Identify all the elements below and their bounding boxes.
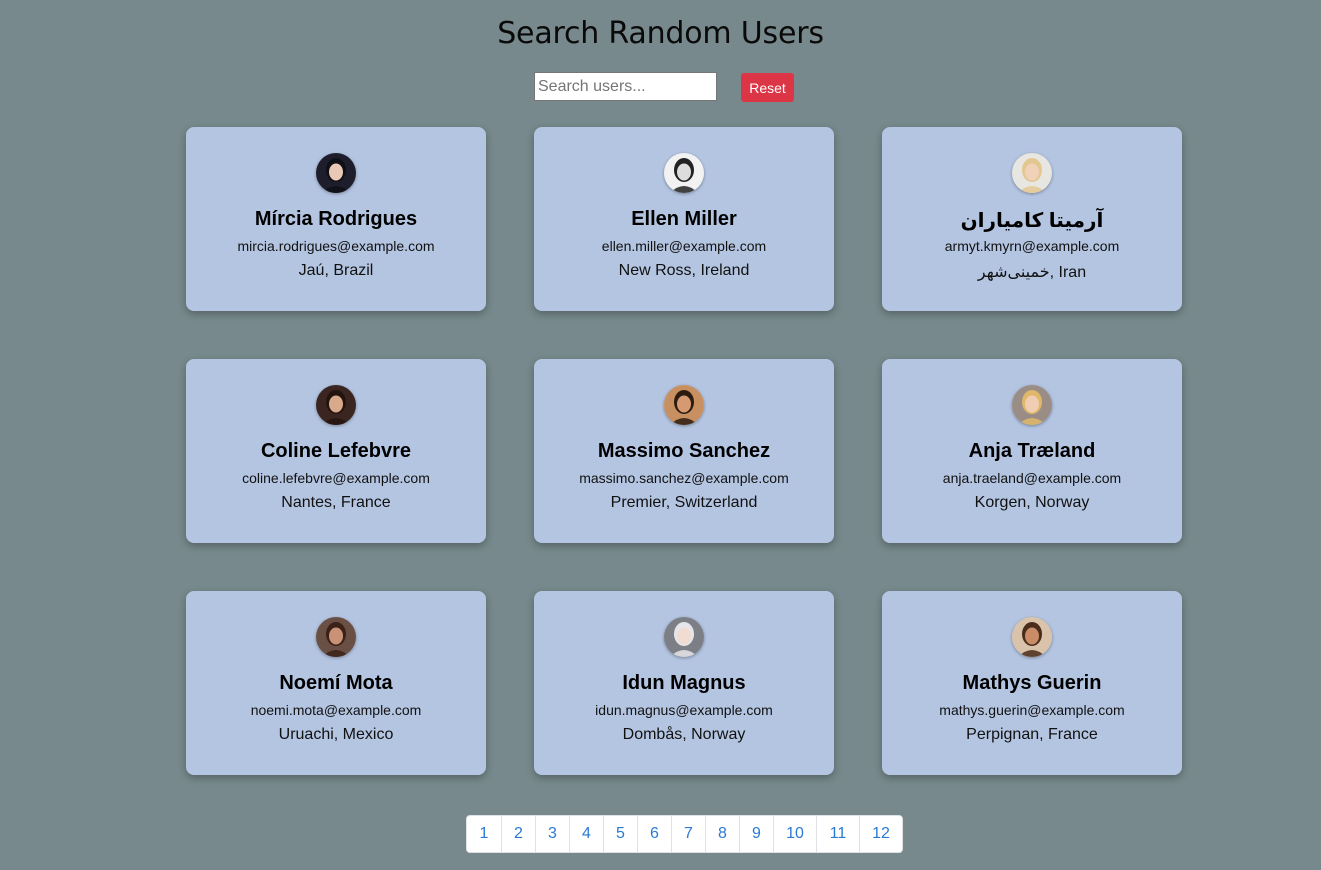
user-name: Mathys Guerin	[962, 672, 1102, 694]
user-name: Mírcia Rodrigues	[254, 208, 418, 230]
avatar	[1012, 617, 1052, 657]
user-location: Premier, Switzerland	[610, 494, 758, 511]
page-link-6[interactable]: 6	[637, 816, 671, 852]
pagination: 1 2 3 4 5 6 7 8 9 10 11 12	[466, 815, 903, 853]
user-email: mathys.guerin@example.com	[939, 702, 1125, 718]
avatar	[1012, 153, 1052, 193]
user-card: Ellen Miller ellen.miller@example.com New …	[534, 127, 834, 311]
user-email: armyt.kmyrn@example.com	[944, 238, 1120, 254]
user-card-grid: Mírcia Rodrigues mircia.rodrigues@example…	[186, 127, 1182, 775]
user-email: noemi.mota@example.com	[250, 702, 422, 718]
page-link-9[interactable]: 9	[739, 816, 773, 852]
reset-button[interactable]: Reset	[741, 73, 794, 102]
user-card: آرمیتا کامیاران armyt.kmyrn@example.com خم…	[882, 127, 1182, 311]
user-location: Dombås, Norway	[622, 726, 746, 743]
user-location: Korgen, Norway	[974, 494, 1090, 511]
avatar	[664, 617, 704, 657]
page-link-5[interactable]: 5	[603, 816, 637, 852]
avatar	[316, 617, 356, 657]
search-input[interactable]	[534, 72, 717, 101]
user-location: Jaú, Brazil	[298, 262, 374, 279]
user-card: Idun Magnus idun.magnus@example.com Dombås…	[534, 591, 834, 775]
page-link-12[interactable]: 12	[859, 816, 902, 852]
user-email: idun.magnus@example.com	[595, 702, 773, 718]
user-location: Uruachi, Mexico	[278, 726, 394, 743]
page-link-7[interactable]: 7	[671, 816, 705, 852]
avatar	[1012, 385, 1052, 425]
user-name: Idun Magnus	[622, 672, 746, 694]
user-card: Noemí Mota noemi.mota@example.com Uruachi,…	[186, 591, 486, 775]
avatar	[316, 385, 356, 425]
page-link-2[interactable]: 2	[501, 816, 535, 852]
user-location: Perpignan, France	[966, 726, 1098, 743]
page-link-10[interactable]: 10	[773, 816, 816, 852]
page-title: Search Random Users	[497, 16, 824, 51]
user-name: Coline Lefebvre	[260, 440, 412, 462]
user-email: mircia.rodrigues@example.com	[237, 238, 435, 254]
user-name: Massimo Sanchez	[597, 440, 771, 462]
page-link-8[interactable]: 8	[705, 816, 739, 852]
user-card: Anja Træland anja.traeland@example.com Kor…	[882, 359, 1182, 543]
page-link-11[interactable]: 11	[816, 816, 859, 852]
user-email: anja.traeland@example.com	[942, 470, 1122, 486]
page-link-4[interactable]: 4	[569, 816, 603, 852]
avatar	[664, 153, 704, 193]
user-card: Mathys Guerin mathys.guerin@example.com Pe…	[882, 591, 1182, 775]
user-card: Coline Lefebvre coline.lefebvre@example.c…	[186, 359, 486, 543]
user-name: Anja Træland	[968, 440, 1096, 462]
user-name: Noemí Mota	[279, 672, 393, 694]
user-location: خمینی‌شهر, Iran	[977, 264, 1087, 281]
user-location: New Ross, Ireland	[618, 262, 750, 279]
user-email: massimo.sanchez@example.com	[579, 470, 789, 486]
user-email: ellen.miller@example.com	[601, 238, 767, 254]
page-link-3[interactable]: 3	[535, 816, 569, 852]
avatar	[664, 385, 704, 425]
user-email: coline.lefebvre@example.com	[242, 470, 430, 486]
user-name: Ellen Miller	[631, 208, 737, 230]
user-card: Massimo Sanchez massimo.sanchez@example.c…	[534, 359, 834, 543]
search-controls: Reset	[534, 72, 796, 102]
avatar	[316, 153, 356, 193]
user-name: آرمیتا کامیاران	[960, 210, 1104, 232]
user-card: Mírcia Rodrigues mircia.rodrigues@example…	[186, 127, 486, 311]
page-link-1[interactable]: 1	[467, 816, 501, 852]
user-location: Nantes, France	[281, 494, 391, 511]
